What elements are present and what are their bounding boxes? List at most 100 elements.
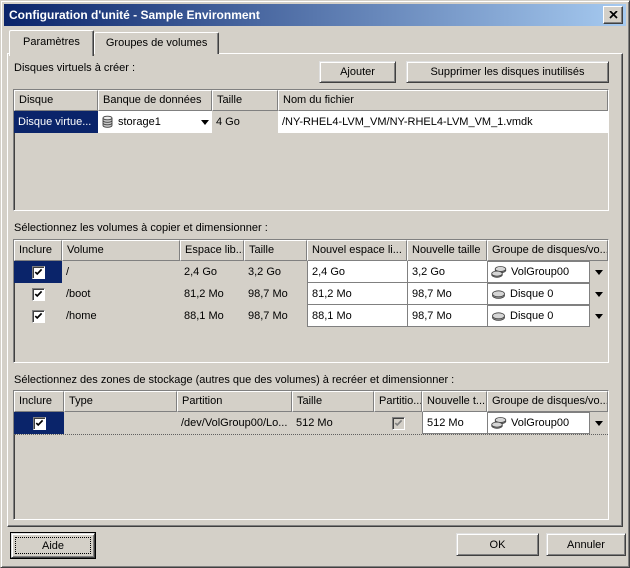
close-button[interactable] bbox=[603, 6, 623, 24]
disk-group-combobox[interactable]: VolGroup00 bbox=[487, 412, 608, 434]
column-header-disque[interactable]: Disque bbox=[14, 90, 98, 111]
include-checkbox[interactable] bbox=[32, 288, 45, 301]
free-space-cell: 88,1 Mo bbox=[180, 305, 244, 327]
new-size-field[interactable]: 3,2 Go bbox=[407, 261, 487, 283]
new-size-field[interactable]: 98,7 Mo bbox=[407, 283, 487, 305]
volume-cell: /home bbox=[62, 305, 180, 327]
volume-cell: /boot bbox=[62, 283, 180, 305]
include-checkbox[interactable] bbox=[32, 266, 45, 279]
disk-icon bbox=[491, 310, 506, 322]
table-row[interactable]: /home 88,1 Mo 98,7 Mo 88,1 Mo 98,7 Mo Di… bbox=[14, 305, 608, 327]
free-space-cell: 81,2 Mo bbox=[180, 283, 244, 305]
free-space-cell: 2,4 Go bbox=[180, 261, 244, 283]
datastore-value: storage1 bbox=[118, 116, 161, 128]
include-cell bbox=[14, 412, 64, 434]
column-header-partition-flag[interactable]: Partitio... bbox=[374, 391, 422, 412]
size-cell: 98,7 Mo bbox=[244, 283, 307, 305]
partition-checkbox-disabled bbox=[392, 417, 405, 430]
dropdown-arrow-icon[interactable] bbox=[201, 120, 209, 125]
new-free-space-field[interactable]: 88,1 Mo bbox=[307, 305, 407, 327]
dropdown-arrow-icon[interactable] bbox=[595, 421, 603, 426]
ok-button[interactable]: OK bbox=[456, 533, 539, 556]
disk-group-icon bbox=[491, 416, 507, 430]
new-free-space-field[interactable]: 81,2 Mo bbox=[307, 283, 407, 305]
remove-unused-disks-button[interactable]: Supprimer les disques inutilisés bbox=[406, 61, 609, 83]
volume-cell: / bbox=[62, 261, 180, 283]
disk-group-value: VolGroup00 bbox=[511, 266, 569, 278]
column-header-taille[interactable]: Taille bbox=[212, 90, 278, 111]
include-cell bbox=[14, 261, 62, 283]
dropdown-arrow-icon[interactable] bbox=[595, 270, 603, 275]
include-checkbox[interactable] bbox=[33, 417, 46, 430]
datastore-combobox[interactable]: storage1 bbox=[98, 111, 212, 133]
check-icon bbox=[34, 418, 45, 429]
column-header-nouvelle-taille[interactable]: Nouvelle t... bbox=[422, 391, 487, 412]
include-cell bbox=[14, 305, 62, 327]
include-checkbox[interactable] bbox=[32, 310, 45, 323]
table-row[interactable]: /boot 81,2 Mo 98,7 Mo 81,2 Mo 98,7 Mo Di… bbox=[14, 283, 608, 305]
window-title: Configuration d'unité - Sample Environme… bbox=[9, 8, 603, 22]
partition-cell: /dev/VolGroup00/Lo... bbox=[177, 412, 292, 434]
virtual-disks-table: Disque Banque de données Taille Nom du f… bbox=[13, 89, 609, 211]
tab-groupes-de-volumes[interactable]: Groupes de volumes bbox=[94, 32, 220, 54]
disk-name-cell[interactable]: Disque virtue... bbox=[14, 111, 98, 133]
ok-button-label: OK bbox=[490, 539, 506, 551]
cancel-button[interactable]: Annuler bbox=[546, 533, 626, 556]
disk-group-value: Disque 0 bbox=[510, 310, 553, 322]
column-header-type[interactable]: Type bbox=[64, 391, 177, 412]
disk-icon bbox=[491, 288, 506, 300]
tab-strip: Paramètres Groupes de volumes bbox=[9, 30, 219, 56]
column-header-espace-libre[interactable]: Espace lib... bbox=[180, 240, 244, 261]
volumes-table-header: Inclure Volume Espace lib... Taille Nouv… bbox=[14, 240, 608, 261]
size-cell: 98,7 Mo bbox=[244, 305, 307, 327]
table-row[interactable]: Disque virtue... storage1 4 Go /NY bbox=[14, 111, 608, 133]
storage-zones-label: Sélectionnez des zones de stockage (autr… bbox=[14, 374, 454, 386]
dropdown-arrow-icon[interactable] bbox=[595, 314, 603, 319]
column-header-taille[interactable]: Taille bbox=[244, 240, 307, 261]
column-header-groupe-disques[interactable]: Groupe de disques/vo... bbox=[487, 240, 608, 261]
column-header-groupe-disques[interactable]: Groupe de disques/vo... bbox=[487, 391, 608, 412]
disk-group-combobox[interactable]: VolGroup00 bbox=[487, 261, 608, 283]
table-row[interactable]: /dev/VolGroup00/Lo... 512 Mo 512 Mo bbox=[14, 412, 608, 435]
partition-flag-cell bbox=[374, 412, 422, 434]
column-header-banque-de-donnees[interactable]: Banque de données bbox=[98, 90, 212, 111]
table-row[interactable]: / 2,4 Go 3,2 Go 2,4 Go 3,2 Go VolGroup00 bbox=[14, 261, 608, 283]
column-header-taille[interactable]: Taille bbox=[292, 391, 374, 412]
check-icon bbox=[33, 267, 44, 278]
column-header-nom-du-fichier[interactable]: Nom du fichier bbox=[278, 90, 608, 111]
disk-size-cell: 4 Go bbox=[212, 111, 278, 133]
file-name-field[interactable]: /NY-RHEL4-LVM_VM/NY-RHEL4-LVM_VM_1.vmdk bbox=[278, 111, 608, 133]
new-free-space-field[interactable]: 2,4 Go bbox=[307, 261, 407, 283]
close-icon bbox=[609, 11, 618, 19]
column-header-inclure[interactable]: Inclure bbox=[14, 240, 62, 261]
size-cell: 512 Mo bbox=[292, 412, 374, 434]
column-header-nouvelle-taille[interactable]: Nouvelle taille bbox=[407, 240, 487, 261]
volumes-label: Sélectionnez les volumes à copier et dim… bbox=[14, 222, 268, 234]
datastore-icon bbox=[101, 115, 114, 129]
disk-group-value: Disque 0 bbox=[510, 288, 553, 300]
help-button[interactable]: Aide bbox=[11, 533, 95, 558]
unit-configuration-dialog: Configuration d'unité - Sample Environme… bbox=[0, 0, 630, 568]
tab-parametres[interactable]: Paramètres bbox=[9, 30, 94, 56]
check-icon bbox=[33, 289, 44, 300]
column-header-volume[interactable]: Volume bbox=[62, 240, 180, 261]
dropdown-arrow-icon[interactable] bbox=[595, 292, 603, 297]
add-disk-button[interactable]: Ajouter bbox=[319, 61, 396, 83]
virtual-disks-table-header: Disque Banque de données Taille Nom du f… bbox=[14, 90, 608, 111]
volumes-table: Inclure Volume Espace lib... Taille Nouv… bbox=[13, 239, 609, 363]
virtual-disks-label: Disques virtuels à créer : bbox=[14, 62, 135, 74]
column-header-inclure[interactable]: Inclure bbox=[14, 391, 64, 412]
storage-zones-table-header: Inclure Type Partition Taille Partitio..… bbox=[14, 391, 608, 412]
disk-group-combobox[interactable]: Disque 0 bbox=[487, 305, 608, 327]
type-cell bbox=[64, 412, 177, 434]
column-header-nouvel-espace[interactable]: Nouvel espace li... bbox=[307, 240, 407, 261]
disk-group-value: VolGroup00 bbox=[511, 417, 569, 429]
include-cell bbox=[14, 283, 62, 305]
new-size-field[interactable]: 512 Mo bbox=[422, 412, 487, 434]
new-size-field[interactable]: 98,7 Mo bbox=[407, 305, 487, 327]
storage-zones-table: Inclure Type Partition Taille Partitio..… bbox=[13, 390, 609, 520]
disk-group-combobox[interactable]: Disque 0 bbox=[487, 283, 608, 305]
column-header-partition[interactable]: Partition bbox=[177, 391, 292, 412]
check-icon bbox=[393, 418, 404, 429]
check-icon bbox=[33, 311, 44, 322]
